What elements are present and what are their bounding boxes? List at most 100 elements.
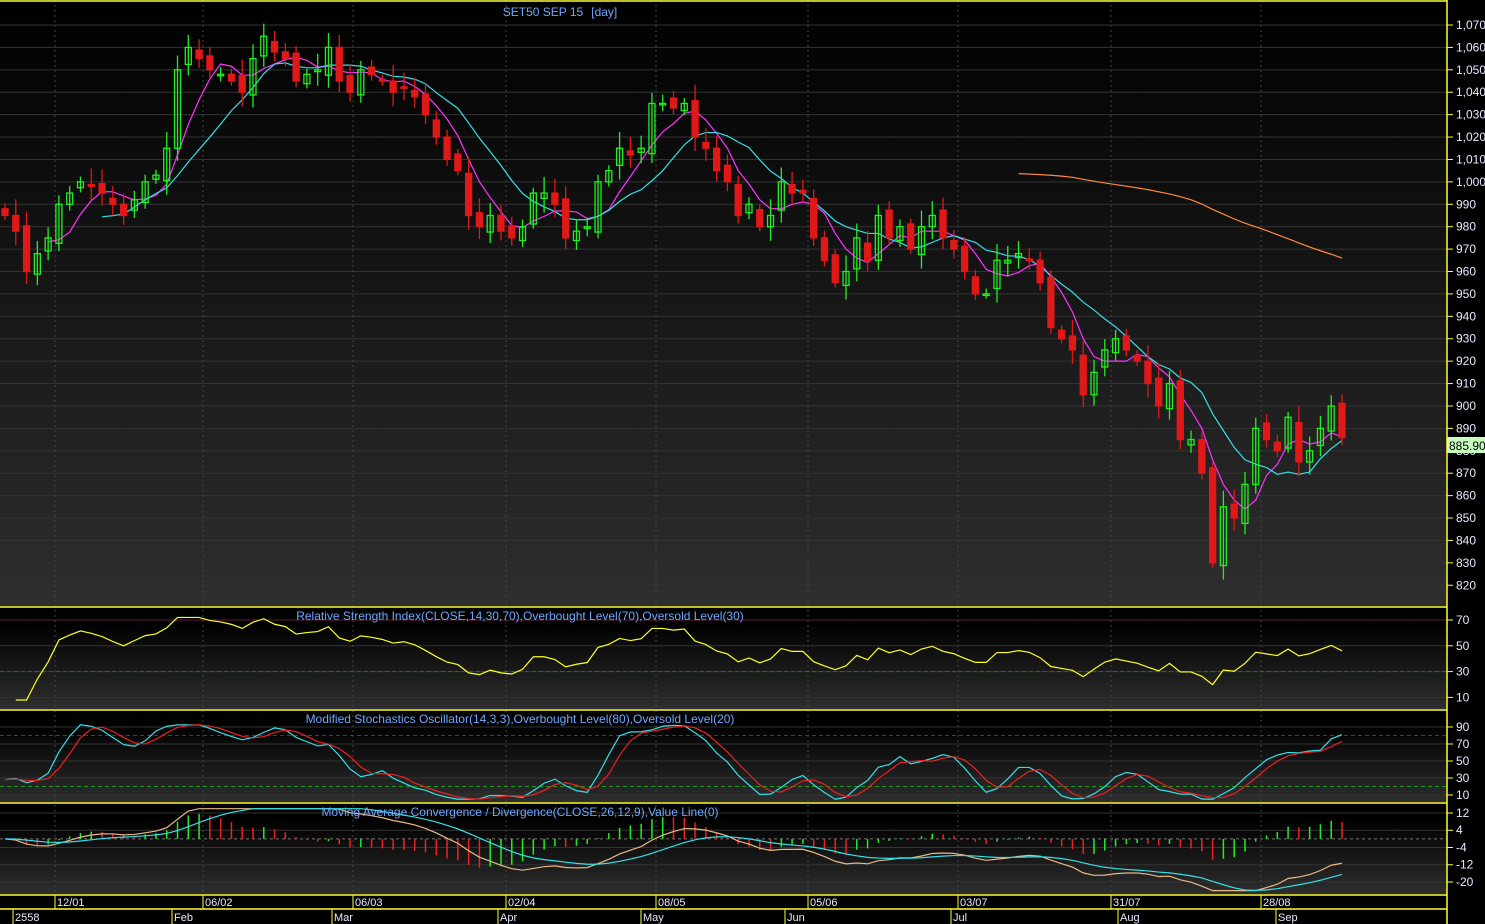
candle-down — [799, 189, 807, 194]
candle-down — [1208, 467, 1217, 564]
candle-down — [691, 100, 699, 138]
month-label: May — [643, 912, 664, 924]
price-tick-label: 940 — [1456, 309, 1476, 323]
candle-down — [863, 242, 872, 261]
candle-down — [292, 52, 300, 82]
candle-down — [723, 164, 732, 183]
candle-down — [389, 80, 397, 93]
candle-down — [335, 46, 343, 82]
month-label: Mar — [334, 912, 353, 924]
price-tick-label: 1,030 — [1456, 108, 1485, 122]
candle-down — [1133, 354, 1141, 362]
price-tick-label: 850 — [1456, 511, 1476, 525]
chart-title: SET50 SEP 15 [day] — [503, 5, 618, 19]
candle-down — [626, 150, 635, 156]
candle-down — [12, 214, 20, 232]
month-label: Jul — [953, 912, 967, 924]
candle-down — [1262, 422, 1271, 441]
date-label: 06/02 — [205, 897, 233, 909]
price-tick-label: 920 — [1456, 354, 1476, 368]
candle-down — [885, 209, 893, 239]
candle-down — [820, 237, 829, 261]
candle-down — [206, 55, 214, 71]
candle-down — [1068, 335, 1077, 351]
macd-tick-label: 12 — [1456, 806, 1470, 820]
price-tick-label: 1,070 — [1456, 18, 1485, 32]
candle-down — [788, 183, 796, 194]
candle-down — [971, 276, 980, 295]
candle-down — [1047, 276, 1055, 329]
candle-down — [475, 212, 484, 228]
stoch-tick-label: 50 — [1456, 754, 1470, 768]
candle-down — [367, 66, 376, 75]
candle-down — [87, 183, 95, 188]
candle-down — [810, 197, 818, 239]
month-label: Jun — [787, 912, 805, 924]
date-label: 05/06 — [810, 897, 838, 909]
candle-down — [562, 198, 570, 239]
candle-down — [1036, 259, 1044, 284]
candle-down — [464, 172, 473, 217]
stock-chart[interactable]: SET50 SEP 15 [day] Relative Strength Inde… — [0, 0, 1485, 924]
candle-down — [98, 183, 106, 194]
candle-down — [109, 197, 117, 205]
candle-down — [712, 147, 721, 172]
macd-tick-label: -20 — [1456, 875, 1474, 889]
candle-down — [443, 136, 451, 161]
price-tick-label: 970 — [1456, 242, 1476, 256]
candle-down — [454, 153, 462, 172]
price-tick-label: 1,020 — [1456, 130, 1485, 144]
candle-down — [1176, 380, 1184, 441]
price-tick-label: 990 — [1456, 197, 1476, 211]
price-tick-label: 820 — [1456, 578, 1476, 592]
candle-down — [238, 74, 246, 93]
month-label: 2558 — [15, 912, 39, 924]
candle-down — [669, 97, 678, 109]
month-label: Feb — [174, 912, 193, 924]
price-tick-label: 830 — [1456, 556, 1476, 570]
candle-down — [960, 245, 969, 273]
candle-down — [378, 79, 387, 82]
price-tick-label: 1,050 — [1456, 63, 1485, 77]
candle-down — [950, 239, 958, 250]
candle-down — [346, 74, 354, 93]
candle-down — [400, 86, 408, 90]
candle-down — [1122, 335, 1131, 351]
date-label: 03/07 — [960, 897, 988, 909]
stoch-tick-label: 30 — [1456, 771, 1470, 785]
macd-tick-label: -12 — [1456, 858, 1474, 872]
price-tick-label: 1,000 — [1456, 175, 1485, 189]
candle-down — [270, 40, 279, 53]
candle-down — [939, 209, 947, 239]
price-tick-label: 870 — [1456, 466, 1476, 480]
candle-down — [702, 141, 710, 149]
rsi-tick-label: 50 — [1456, 639, 1470, 653]
price-tick-label: 1,040 — [1456, 85, 1485, 99]
price-tick-label: 860 — [1456, 489, 1476, 503]
date-label: 12/01 — [57, 897, 85, 909]
candle-down — [411, 89, 419, 98]
price-tick-label: 960 — [1456, 265, 1476, 279]
stoch-tick-label: 70 — [1456, 737, 1470, 751]
candle-down — [551, 192, 559, 205]
last-price-label: 885.90 — [1449, 439, 1485, 453]
candle-down — [734, 183, 742, 217]
rsi-tick-label: 30 — [1456, 665, 1470, 679]
candle-down — [421, 93, 430, 116]
candle-down — [831, 254, 839, 284]
price-tick-label: 930 — [1456, 332, 1476, 346]
price-tick-label: 900 — [1456, 399, 1476, 413]
candle-down — [119, 203, 128, 217]
date-label: 02/04 — [508, 897, 536, 909]
candle-down — [281, 51, 289, 60]
price-panel — [0, 0, 1447, 606]
candle-down — [1144, 360, 1152, 385]
candle-down — [1273, 441, 1281, 452]
price-tick-label: 1,010 — [1456, 152, 1485, 166]
price-tick-label: 1,060 — [1456, 40, 1485, 54]
date-label: 28/08 — [1263, 897, 1291, 909]
rsi-title: Relative Strength Index(CLOSE,14,30,70),… — [296, 609, 744, 623]
price-tick-label: 910 — [1456, 377, 1476, 391]
candle-down — [195, 49, 203, 60]
month-label: Sep — [1278, 912, 1298, 924]
